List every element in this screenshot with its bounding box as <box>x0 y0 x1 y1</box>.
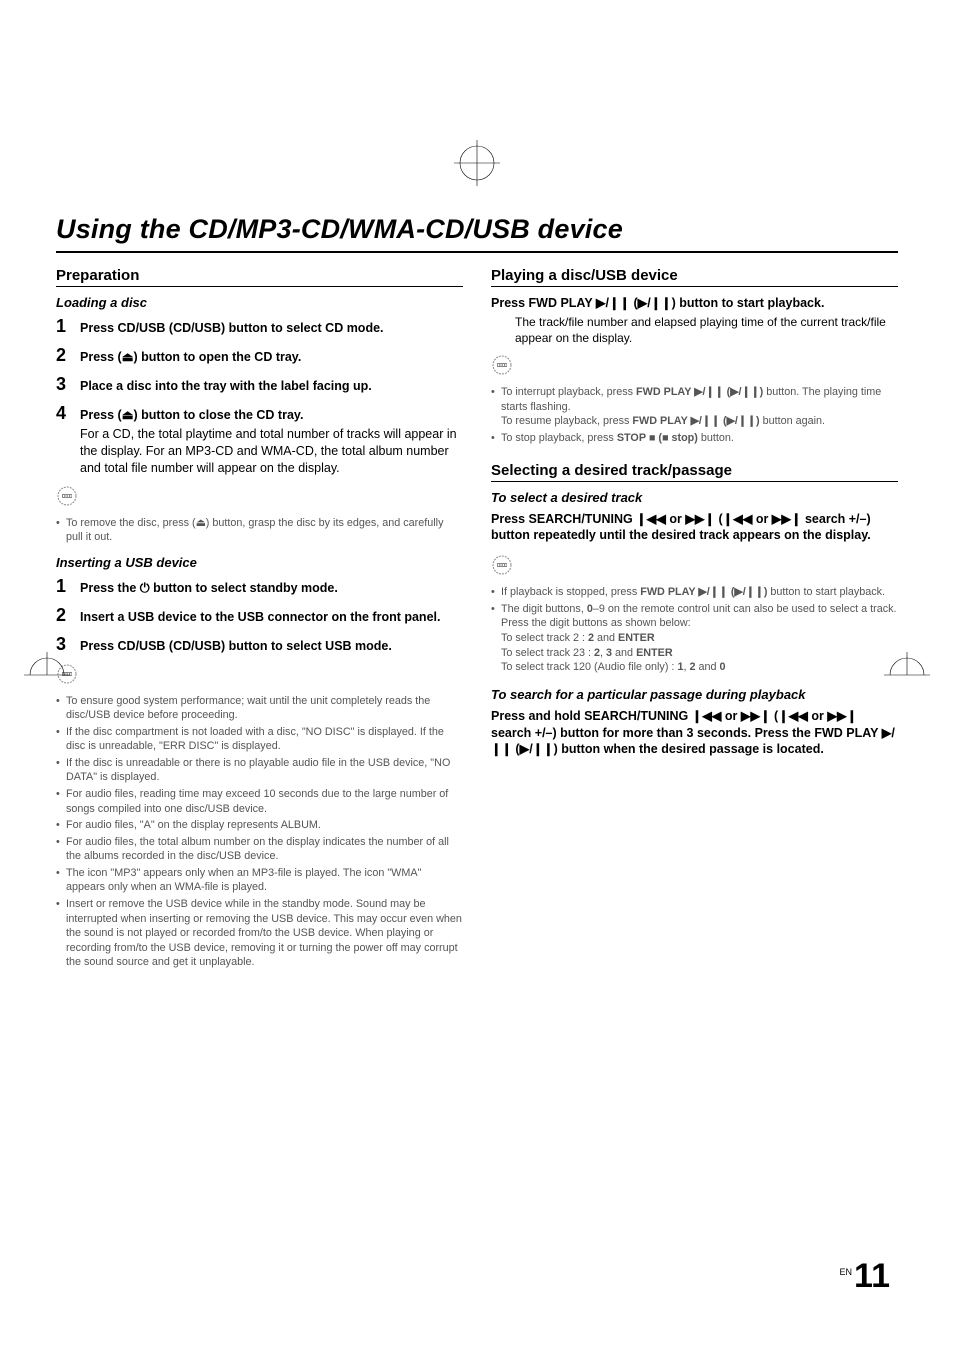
playing-note-list: To interrupt playback, press FWD PLAY ▶/… <box>491 385 898 445</box>
playing-instruction: Press FWD PLAY ▶/❙❙ (▶/❙❙) button to sta… <box>491 295 898 312</box>
page-number-value: 11 <box>854 1257 890 1295</box>
step-text: Press (⏏) button to close the CD tray. <box>80 408 303 422</box>
subhead-search-passage: To search for a particular passage durin… <box>491 687 898 702</box>
step-body: Press the ⏻ button to select standby mod… <box>80 580 338 597</box>
note-item: If the disc is unreadable or there is no… <box>56 756 463 785</box>
step-body: Press CD/USB (CD/USB) button to select U… <box>80 638 392 655</box>
note-item: If the disc compartment is not loaded wi… <box>56 725 463 754</box>
subhead-loading-disc: Loading a disc <box>56 295 463 310</box>
subhead-inserting-usb: Inserting a USB device <box>56 555 463 570</box>
instr-pre: Press FWD PLAY <box>491 296 596 310</box>
step-2: 2 Press (⏏) button to open the CD tray. <box>56 345 463 366</box>
step-number: 1 <box>56 576 80 597</box>
playing-instruction-detail: The track/file number and elapsed playin… <box>515 314 898 346</box>
note-item: For audio files, reading time may exceed… <box>56 787 463 816</box>
section-rule <box>491 286 898 287</box>
section-preparation-title: Preparation <box>56 267 463 284</box>
note-item: Insert or remove the USB device while in… <box>56 897 463 970</box>
crop-mark-left <box>24 652 70 698</box>
usb-step-1: 1 Press the ⏻ button to select standby m… <box>56 576 463 597</box>
usb-step-2: 2 Insert a USB device to the USB connect… <box>56 605 463 626</box>
note-item: To stop playback, press STOP ■ (■ stop) … <box>491 431 898 446</box>
search-passage-instruction: Press and hold SEARCH/TUNING ❙◀◀ or ▶▶❙ … <box>491 708 898 759</box>
right-column: Playing a disc/USB device Press FWD PLAY… <box>491 267 898 972</box>
subhead-select-track: To select a desired track <box>491 490 898 505</box>
section-selecting-title: Selecting a desired track/passage <box>491 462 898 479</box>
play-pause-paren-glyph: (▶/❙❙) <box>633 296 675 310</box>
selecting-note-list: If playback is stopped, press FWD PLAY ▶… <box>491 585 898 674</box>
note-icon <box>491 354 898 381</box>
step-body: Press (⏏) button to close the CD tray. F… <box>80 407 463 477</box>
note-item: The digit buttons, 0–9 on the remote con… <box>491 602 898 675</box>
step-body: Insert a USB device to the USB connector… <box>80 609 440 626</box>
note-item: To remove the disc, press (⏏) button, gr… <box>56 516 463 545</box>
step-number: 2 <box>56 605 80 626</box>
step-3: 3 Place a disc into the tray with the la… <box>56 374 463 395</box>
page-number-prefix: EN <box>840 1267 853 1277</box>
step-1: 1 Press CD/USB (CD/USB) button to select… <box>56 316 463 337</box>
step-number: 1 <box>56 316 80 337</box>
note-icon <box>491 554 898 581</box>
note-list: To remove the disc, press (⏏) button, gr… <box>56 516 463 545</box>
step-number: 2 <box>56 345 80 366</box>
page-number: EN11 <box>840 1257 890 1296</box>
step-body: Press (⏏) button to open the CD tray. <box>80 349 301 366</box>
crop-mark-top <box>454 140 500 186</box>
usb-step-3: 3 Press CD/USB (CD/USB) button to select… <box>56 634 463 655</box>
note-item: To interrupt playback, press FWD PLAY ▶/… <box>491 385 898 429</box>
note-item: To ensure good system performance; wait … <box>56 694 463 723</box>
play-pause-glyph: ▶/❙❙ <box>596 296 630 310</box>
note-item: The icon "MP3" appears only when an MP3-… <box>56 866 463 895</box>
step-body: Place a disc into the tray with the labe… <box>80 378 372 395</box>
step-number: 3 <box>56 374 80 395</box>
note-item: For audio files, the total album number … <box>56 835 463 864</box>
select-track-instruction: Press SEARCH/TUNING ❙◀◀ or ▶▶❙ (❙◀◀ or ▶… <box>491 511 898 545</box>
note-icon <box>56 663 463 690</box>
step-continuation: For a CD, the total playtime and total n… <box>80 426 463 477</box>
title-rule <box>56 251 898 253</box>
note-icon <box>56 485 463 512</box>
step-4: 4 Press (⏏) button to close the CD tray.… <box>56 403 463 477</box>
page-title: Using the CD/MP3-CD/WMA-CD/USB device <box>56 214 898 245</box>
left-column: Preparation Loading a disc 1 Press CD/US… <box>56 267 463 972</box>
section-playing-title: Playing a disc/USB device <box>491 267 898 284</box>
step-number: 4 <box>56 403 80 424</box>
usb-note-list: To ensure good system performance; wait … <box>56 694 463 970</box>
note-item: For audio files, "A" on the display repr… <box>56 818 463 833</box>
step-body: Press CD/USB (CD/USB) button to select C… <box>80 320 384 337</box>
section-rule <box>491 481 898 482</box>
instr-post: button to start playback. <box>676 296 825 310</box>
note-item: If playback is stopped, press FWD PLAY ▶… <box>491 585 898 600</box>
section-rule <box>56 286 463 287</box>
